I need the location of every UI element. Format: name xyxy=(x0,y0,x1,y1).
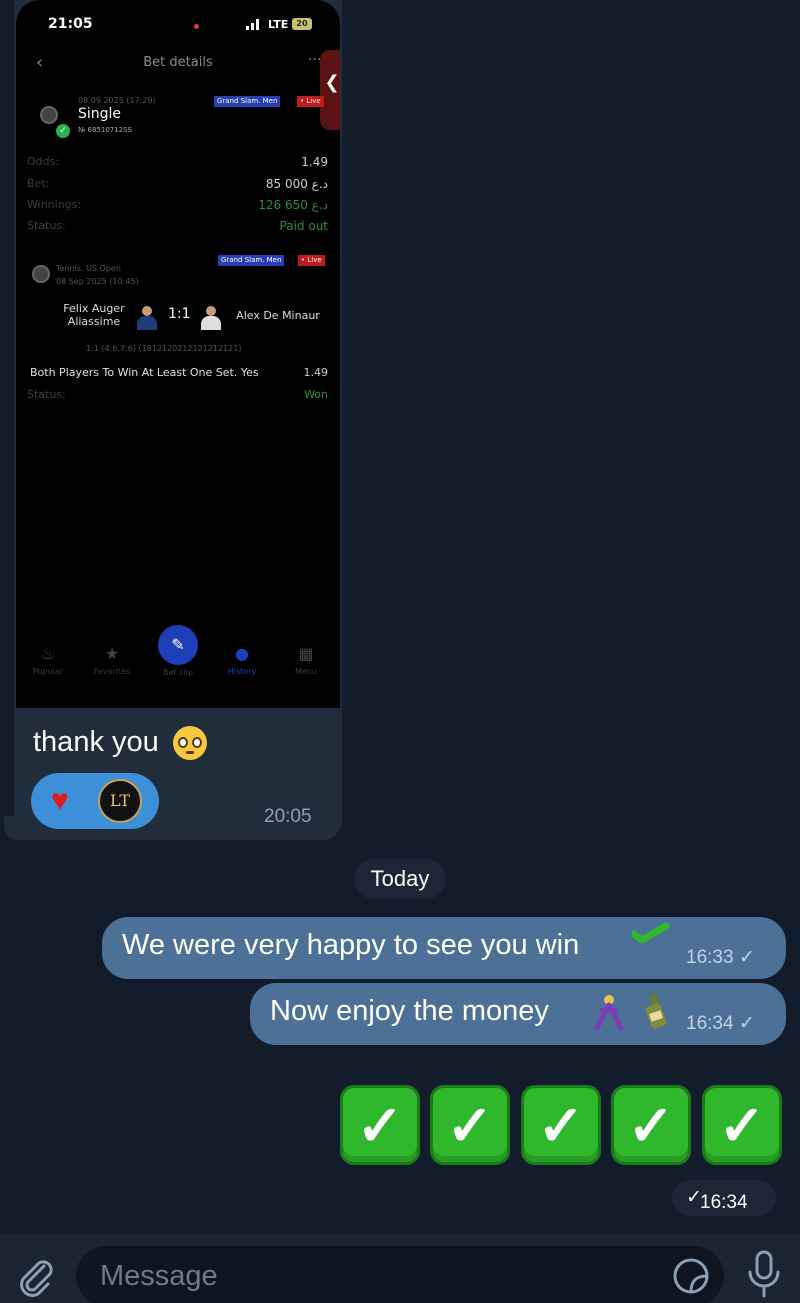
message-input-field[interactable] xyxy=(76,1246,724,1303)
ticket-icon: ✎ xyxy=(158,625,198,665)
tab-menu: ▦ Menu xyxy=(276,644,336,676)
reaction-pill[interactable]: ♥ LT xyxy=(31,773,159,829)
row-value: 1.49 xyxy=(301,155,328,169)
battery-icon: 20 xyxy=(292,18,312,30)
message-text: We were very happy to see you win xyxy=(122,929,580,961)
sticker-icon[interactable] xyxy=(672,1257,710,1295)
score-detail: 1:1 (4:6,7:6) (1812120212121212121) xyxy=(86,344,242,353)
incoming-message-text: thank you xyxy=(33,726,207,761)
match-date: 08 Sep 2025 (10:45) xyxy=(56,277,139,286)
market-name: Both Players To Win At Least One Set. Ye… xyxy=(30,366,259,379)
tournament-badge: Grand Slam. Men xyxy=(218,255,285,266)
status-value: Won xyxy=(304,388,328,401)
tab-popular: ♨ Popular xyxy=(18,644,78,676)
tab-history: ● History xyxy=(212,644,272,676)
avatar: LT xyxy=(98,779,142,823)
date-separator: Today xyxy=(354,859,446,899)
row-value: Paid out xyxy=(279,219,328,233)
tournament-badge: Grand Slam. Men xyxy=(214,96,281,107)
signal-icon xyxy=(246,19,262,30)
status-time: 21:05 xyxy=(48,16,93,32)
coupon-number: № 68510712SS xyxy=(78,126,133,134)
message-input[interactable] xyxy=(100,1258,640,1294)
row-label: Status: xyxy=(27,219,66,232)
pleading-face-icon xyxy=(172,726,207,761)
row-label: Winnings: xyxy=(27,198,82,211)
bet-screenshot-image[interactable]: 21:05 LTE 20 ‹ Bet details ··· ❮ ✓ 08.09… xyxy=(16,0,340,708)
fire-icon: ♨ xyxy=(40,644,56,663)
dancer-icon xyxy=(594,995,624,1031)
status-label: Status: xyxy=(27,388,66,401)
clock-icon: ● xyxy=(235,644,249,663)
bet-date: 08.09.2025 (17:29) xyxy=(78,96,156,105)
recording-dot-icon xyxy=(194,24,199,29)
check-box-icon: ✓ xyxy=(702,1085,782,1165)
tab-bet-slip: Bet slip xyxy=(163,668,193,677)
bottle-icon xyxy=(645,993,667,1029)
check-circle-icon: ✓ xyxy=(56,124,70,138)
player-one-avatar xyxy=(134,304,160,330)
live-badge: • Live xyxy=(298,255,325,266)
player-two-name: Alex De Minaur xyxy=(236,309,320,322)
match-score: 1:1 xyxy=(168,306,191,322)
market-odds: 1.49 xyxy=(303,366,329,379)
tennis-ball-icon xyxy=(40,106,58,124)
row-label: Odds: xyxy=(27,155,60,168)
row-value: 85 000 د.ع xyxy=(265,177,328,191)
message-timestamp: 16:33 ✓ xyxy=(686,947,755,968)
message-timestamp: 16:34 ✓ xyxy=(686,1013,755,1034)
message-text: thank you xyxy=(33,726,159,758)
check-mark-icon xyxy=(632,922,670,944)
tab-favorites: ★ Favorites xyxy=(82,644,142,676)
tennis-ball-icon xyxy=(32,265,50,283)
bet-details-title: Bet details xyxy=(143,55,213,70)
heart-icon: ♥ xyxy=(51,784,69,817)
row-value: 126 650 د.ع xyxy=(258,198,328,212)
message-timestamp: 20:05 xyxy=(264,806,312,827)
player-two-avatar xyxy=(198,304,224,330)
grid-icon: ▦ xyxy=(298,644,314,663)
bet-type: Single xyxy=(78,106,122,122)
attach-icon[interactable] xyxy=(14,1254,58,1298)
microphone-icon[interactable] xyxy=(746,1250,782,1298)
check-box-icon: ✓ xyxy=(430,1085,510,1165)
network-label: LTE xyxy=(268,18,289,31)
check-box-icon: ✓ xyxy=(340,1085,420,1165)
message-text: Now enjoy the money xyxy=(270,995,549,1027)
player-one-name: Felix Auger Aliassime xyxy=(63,302,125,328)
side-tab-icon: ❮ xyxy=(320,50,340,130)
message-timestamp: 16:34 ✓ xyxy=(672,1180,776,1216)
check-box-icon: ✓ xyxy=(521,1085,601,1165)
star-icon: ★ xyxy=(104,644,120,663)
live-badge: • Live xyxy=(297,96,324,107)
check-box-icon: ✓ xyxy=(611,1085,691,1165)
match-sport: Tennis. US Open xyxy=(56,264,121,273)
row-label: Bet: xyxy=(27,177,50,190)
